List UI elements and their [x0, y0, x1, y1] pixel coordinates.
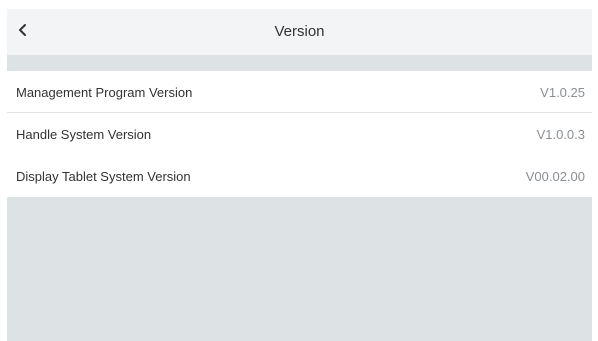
header-bar: Version: [7, 9, 592, 55]
version-value: V1.0.0.3: [536, 126, 585, 142]
chevron-left-icon: [17, 23, 29, 42]
version-row-management-program: Management Program Version V1.0.25: [7, 71, 592, 113]
version-label: Management Program Version: [16, 84, 193, 100]
version-label: Display Tablet System Version: [16, 168, 191, 184]
page-title: Version: [274, 23, 325, 40]
back-button[interactable]: [11, 20, 35, 44]
version-screen: Version Management Program Version V1.0.…: [7, 9, 592, 341]
version-row-display-tablet: Display Tablet System Version V00.02.00: [7, 155, 592, 197]
version-list: Management Program Version V1.0.25 Handl…: [7, 71, 592, 197]
version-row-handle-system: Handle System Version V1.0.0.3: [7, 113, 592, 155]
version-value: V1.0.25: [540, 84, 585, 100]
version-value: V00.02.00: [525, 168, 585, 184]
version-label: Handle System Version: [16, 126, 152, 142]
